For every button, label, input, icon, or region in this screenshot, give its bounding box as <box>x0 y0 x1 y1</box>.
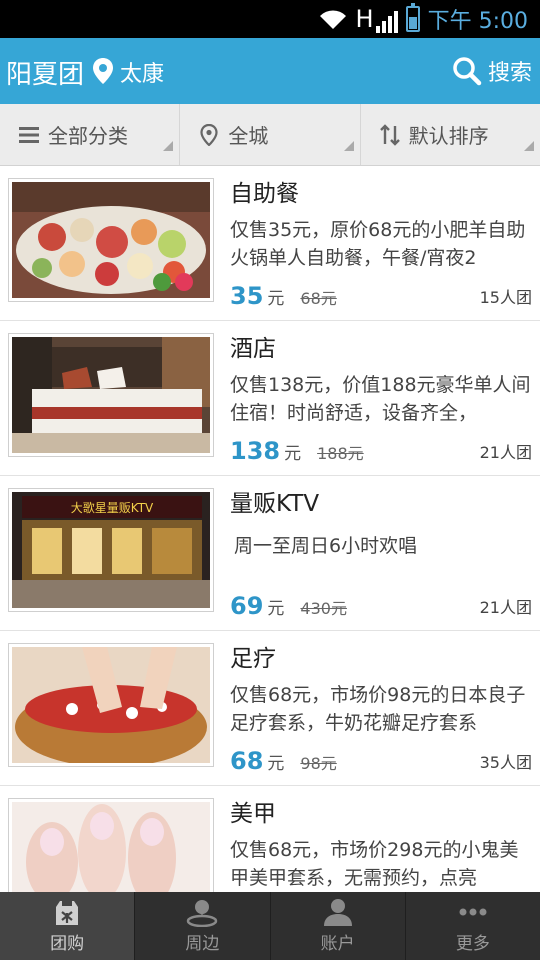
deal-image-foot-spa <box>8 643 214 767</box>
tab-more[interactable]: 更多 <box>406 892 540 960</box>
account-icon <box>323 899 352 926</box>
deal-item[interactable]: 美甲 仅售68元，市场价298元的小鬼美甲美甲套系，无需预约，点亮 <box>0 786 540 892</box>
deal-original-price: 98元 <box>300 754 337 773</box>
filter-sort-label: 默认排序 <box>408 124 489 148</box>
battery-icon <box>405 3 420 32</box>
tab-label: 团购 <box>50 934 85 954</box>
deal-title: 酒店 <box>230 336 276 362</box>
filter-category-label: 全部分类 <box>48 124 128 148</box>
price-unit: 元 <box>267 599 285 619</box>
search-button[interactable]: 搜索 <box>452 52 532 90</box>
status-time: 下午 5:00 <box>427 9 528 34</box>
filter-bar: 全部分类 全城 默认排序 <box>0 104 540 166</box>
deal-group-size: 15人团 <box>479 288 532 307</box>
price-unit: 元 <box>284 444 302 464</box>
deal-group-size: 21人团 <box>479 443 532 462</box>
deal-current-price: 69 <box>230 592 264 620</box>
price-unit: 元 <box>267 289 285 309</box>
location-pin-icon[interactable] <box>92 57 114 85</box>
filter-area[interactable]: 全城 <box>180 104 361 165</box>
deal-price: 69 元 430元 <box>230 592 347 620</box>
deal-original-price: 188元 <box>317 444 364 463</box>
signal-bars-icon <box>375 11 398 33</box>
deal-description: 仅售68元，市场价298元的小鬼美甲美甲套系，无需预约，点亮 <box>230 839 519 889</box>
deal-item[interactable]: 足疗 仅售68元，市场价98元的日本良子足疗套系，牛奶花瓣足疗套系 68 元 9… <box>0 631 540 786</box>
group-buy-icon <box>56 901 79 925</box>
tab-label: 账户 <box>320 934 355 954</box>
deal-description: 仅售138元，价值188元豪华单人间住宿！时尚舒适，设备齐全， <box>230 374 531 424</box>
deal-image-hotel-room <box>8 333 214 457</box>
deal-current-price: 35 <box>230 282 264 310</box>
filter-area-label: 全城 <box>228 124 269 148</box>
deal-price: 35 元 68元 <box>230 282 337 310</box>
deal-description: 仅售68元，市场价98元的日本良子足疗套系，牛奶花瓣足疗套系 <box>230 684 526 734</box>
deal-description: 周一至周日6小时欢唱 <box>234 535 418 557</box>
deal-title: 美甲 <box>230 801 276 827</box>
signal-indicator: H <box>356 5 398 33</box>
ktv-sign-text: 大歌星量贩KTV <box>71 500 154 515</box>
deal-current-price: 138 <box>230 437 281 465</box>
wifi-icon <box>319 10 346 29</box>
app-header: 阳夏团 太康 搜索 <box>0 38 540 104</box>
search-label: 搜索 <box>487 61 532 86</box>
city-selector[interactable]: 太康 <box>120 56 164 88</box>
deal-group-size: 21人团 <box>479 598 532 617</box>
deal-original-price: 68元 <box>300 289 337 308</box>
status-bar: H 下午 5:00 <box>0 0 540 38</box>
deal-image-hotpot-buffet <box>8 178 214 302</box>
deal-title: 自助餐 <box>230 181 299 207</box>
deal-image-manicure <box>8 798 214 892</box>
app-title: 阳夏团 <box>6 60 85 90</box>
tab-label: 更多 <box>455 934 490 954</box>
nearby-icon <box>187 900 218 927</box>
filter-category[interactable]: 全部分类 <box>0 104 181 165</box>
deal-price: 138 元 188元 <box>230 437 364 465</box>
deal-list[interactable]: 自助餐 仅售35元，原价68元的小肥羊自助火锅单人自助餐，午餐/宵夜2 35 元… <box>0 166 540 892</box>
deal-group-size: 35人团 <box>479 753 532 772</box>
deal-current-price: 68 <box>230 747 264 775</box>
price-unit: 元 <box>267 754 285 774</box>
dropdown-corner-icon <box>523 141 534 151</box>
network-type: H <box>355 5 374 33</box>
deal-item[interactable]: 自助餐 仅售35元，原价68元的小肥羊自助火锅单人自助餐，午餐/宵夜2 35 元… <box>0 166 540 321</box>
dropdown-corner-icon <box>163 141 174 151</box>
location-pin-icon <box>200 123 218 146</box>
filter-sort[interactable]: 默认排序 <box>361 104 540 165</box>
deal-item[interactable]: 酒店 仅售138元，价值188元豪华单人间住宿！时尚舒适，设备齐全， 138 元… <box>0 321 540 476</box>
tab-nearby[interactable]: 周边 <box>135 892 271 960</box>
deal-description: 仅售35元，原价68元的小肥羊自助火锅单人自助餐，午餐/宵夜2 <box>230 219 526 269</box>
menu-icon <box>19 126 39 143</box>
bottom-tab-bar: 团购 周边 账户 更多 <box>0 892 540 960</box>
sort-icon <box>379 123 400 146</box>
deal-title: 量贩KTV <box>230 491 320 517</box>
deal-price: 68 元 98元 <box>230 747 337 775</box>
tab-group-buy[interactable]: 团购 <box>0 892 136 960</box>
tab-label: 周边 <box>185 934 220 954</box>
dropdown-corner-icon <box>343 141 354 151</box>
search-icon <box>453 57 482 86</box>
deal-image-ktv-storefront: 大歌星量贩KTV <box>8 488 214 612</box>
deal-title: 足疗 <box>230 646 276 672</box>
deal-original-price: 430元 <box>300 599 347 618</box>
tab-account[interactable]: 账户 <box>271 892 406 960</box>
deal-item[interactable]: 大歌星量贩KTV 量贩KTV 周一至周日6小时欢唱 69 元 430元 21人团 <box>0 476 540 631</box>
more-icon <box>459 908 487 916</box>
